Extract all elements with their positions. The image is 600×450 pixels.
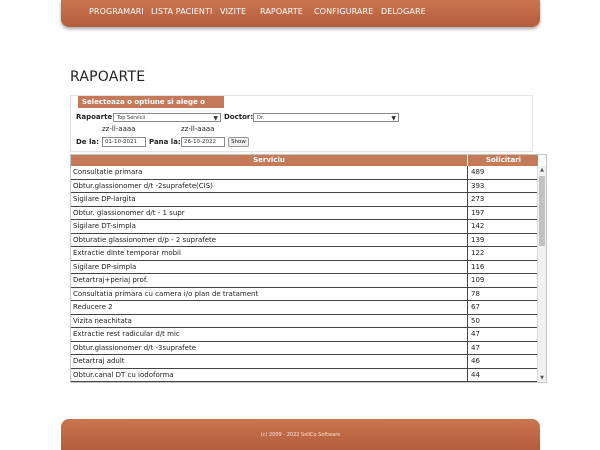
show-button[interactable]: Show <box>228 137 249 147</box>
cell-serviciu: Reducere 2 <box>73 303 113 311</box>
column-header-serviciu[interactable]: Serviciu <box>71 155 467 166</box>
cell-serviciu: Obtur. glassionomer d/t - 1 supr <box>73 208 185 217</box>
table-row: Extractie dinte temporar mobil 122 <box>71 247 538 261</box>
doctor-label: Doctor: <box>224 113 254 121</box>
scroll-down-arrow-icon[interactable]: ▼ <box>538 374 546 382</box>
from-date-input[interactable]: 01-10-2021 <box>102 137 146 147</box>
cell-solicitari: 393 <box>467 179 538 192</box>
filter-panel-header: Selecteaza o optiune si alege o perioada <box>78 96 224 118</box>
table-row: Obtur.glassionomer d/t -3suprafete 47 <box>71 341 538 355</box>
cell-solicitari: 47 <box>467 341 538 354</box>
report-table: Serviciu Solicitari Consultatie primara 4… <box>70 154 547 383</box>
scroll-up-arrow-icon[interactable]: ▲ <box>538 166 546 174</box>
chevron-down-icon: ▼ <box>213 115 218 122</box>
table-row: Detartraj adult 46 <box>71 355 538 369</box>
table-row: Obtur.canal DT cu iodoforma 44 <box>71 368 538 382</box>
table-row: Sigilare DP-simpla 116 <box>71 260 538 274</box>
cell-solicitari: 489 <box>467 166 538 179</box>
cell-solicitari: 44 <box>467 368 538 381</box>
cell-serviciu: Obtur.glassionomer d/t -3suprafete <box>73 343 197 352</box>
to-date-format-hint: zz-ll-aaaa <box>181 125 215 133</box>
nav-item-lista-pacienti[interactable]: LISTA PACIENTI <box>151 7 212 16</box>
table-row: Obturatie glassionomer d/p - 2 suprafete… <box>71 233 538 247</box>
table-row: Obtur.glassionomer d/t -2suprafete(CIS) 3… <box>71 179 538 193</box>
cell-serviciu: Sigilare DP-simpla <box>73 262 137 271</box>
cell-serviciu: Detartraj+periaj prof. <box>73 276 148 284</box>
table-row: Reducere 2 67 <box>71 301 538 315</box>
cell-solicitari: 109 <box>467 274 538 287</box>
cell-solicitari: 273 <box>467 193 538 206</box>
nav-item-vizite[interactable]: VIZITE <box>220 7 246 16</box>
column-header-solicitari[interactable]: Solicitari <box>467 155 539 166</box>
cell-solicitari: 197 <box>467 206 538 219</box>
cell-serviciu: Obtur.canal DT cu iodoforma <box>73 370 174 379</box>
nav-item-rapoarte[interactable]: RAPOARTE <box>260 7 303 16</box>
to-date-input[interactable]: 26-10-2022 <box>181 137 225 147</box>
chevron-down-icon: ▼ <box>391 115 396 122</box>
cell-solicitari: 50 <box>467 314 538 327</box>
nav-item-programari[interactable]: PROGRAMARI <box>89 7 144 16</box>
table-row: Detartraj+periaj prof. 109 <box>71 274 538 288</box>
cell-solicitari: 46 <box>467 355 538 368</box>
table-row: Obtur. glassionomer d/t - 1 supr 197 <box>71 206 538 220</box>
cell-solicitari: 142 <box>467 220 538 233</box>
from-date-format-hint: zz-ll-aaaa <box>102 125 136 133</box>
table-row: Sigilare DP-largita 273 <box>71 193 538 207</box>
nav-item-configurare[interactable]: CONFIGURARE <box>314 7 373 16</box>
footer-copyright: (c) 2009 - 2022 SoliCo Software <box>260 432 341 438</box>
from-date-label: De la: <box>76 138 99 146</box>
scrollbar-thumb[interactable] <box>539 176 545 246</box>
table-row: Sigilare DT-simpla 142 <box>71 220 538 234</box>
cell-solicitari: 47 <box>467 328 538 341</box>
cell-serviciu: Extractie rest radicular d/t mic <box>73 330 180 338</box>
cell-serviciu: Obturatie glassionomer d/p - 2 suprafete <box>73 235 217 244</box>
cell-serviciu: Vizita neachitata <box>73 316 132 325</box>
doctor-select-value: Dr. <box>257 115 265 121</box>
table-row: Consultatie primara 489 <box>71 166 538 180</box>
rapoarte-label: Rapoarte: <box>76 113 116 121</box>
cell-solicitari: 139 <box>467 233 538 246</box>
table-body: Consultatie primara 489 Obtur.glassionomer… <box>71 166 538 382</box>
table-row: Extractie rest radicular d/t mic 47 <box>71 328 538 342</box>
top-navigation-bar: PROGRAMARI LISTA PACIENTI VIZITE RAPOART… <box>61 0 540 27</box>
cell-serviciu: Sigilare DT-simpla <box>73 222 136 230</box>
table-row: Consultatia primara cu camera i/o plan d… <box>71 287 538 301</box>
cell-solicitari: 122 <box>467 247 538 260</box>
table-header: Serviciu Solicitari <box>71 155 538 166</box>
cell-serviciu: Consultatie primara <box>73 168 143 176</box>
cell-solicitari: 78 <box>467 287 538 300</box>
doctor-select[interactable]: Dr. ▼ <box>253 113 399 122</box>
cell-serviciu: Detartraj adult <box>73 357 125 365</box>
page-title: RAPOARTE <box>70 69 146 85</box>
to-date-label: Pana la: <box>149 138 181 146</box>
cell-solicitari: 116 <box>467 260 538 273</box>
cell-serviciu: Consultatia primara cu camera i/o plan d… <box>73 289 259 298</box>
footer-bar: (c) 2009 - 2022 SoliCo Software <box>61 419 540 450</box>
table-scrollbar[interactable]: ▲ ▼ <box>537 166 546 382</box>
rapoarte-select[interactable]: Top Servicii ▼ <box>113 113 221 122</box>
rapoarte-select-value: Top Servicii <box>117 115 146 121</box>
cell-solicitari: 67 <box>467 301 538 314</box>
cell-serviciu: Extractie dinte temporar mobil <box>73 249 181 257</box>
table-row: Vizita neachitata 50 <box>71 314 538 328</box>
filter-panel: Selecteaza o optiune si alege o perioada… <box>70 95 533 152</box>
nav-item-delogare[interactable]: DELOGARE <box>381 7 426 16</box>
cell-serviciu: Obtur.glassionomer d/t -2suprafete(CIS) <box>73 181 213 190</box>
cell-serviciu: Sigilare DP-largita <box>73 195 136 203</box>
